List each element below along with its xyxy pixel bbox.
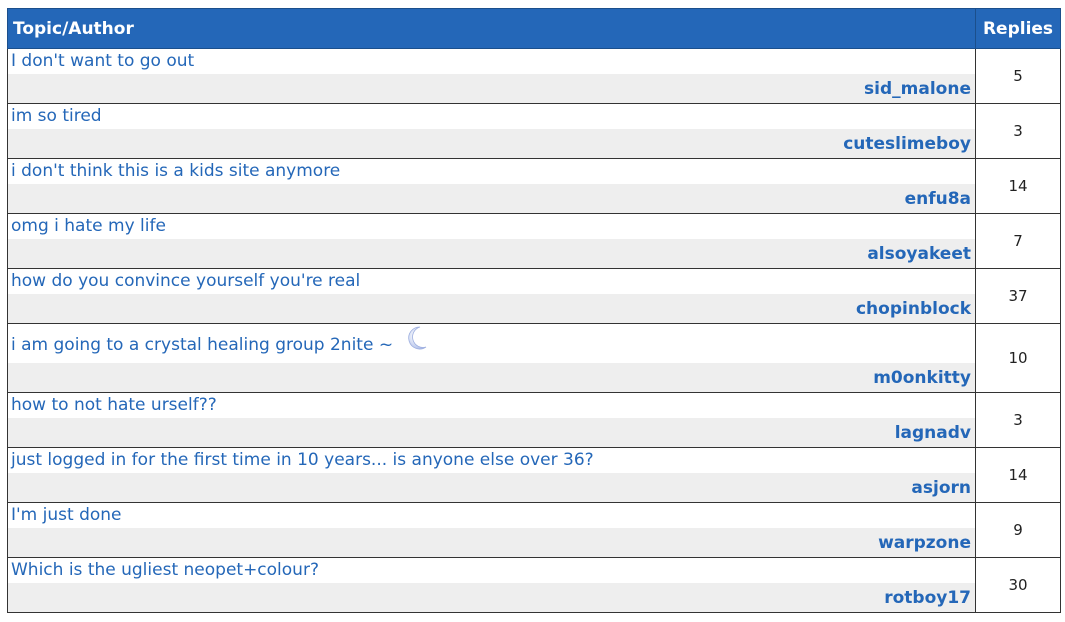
- table-row: how to not hate urself?? lagnadv 3: [7, 392, 1061, 448]
- crescent-moon-icon: [404, 325, 430, 351]
- topic-cell: how do you convince yourself you're real…: [7, 268, 976, 324]
- topic-title-link[interactable]: i am going to a crystal healing group 2n…: [11, 335, 393, 355]
- topic-cell: I'm just done warpzone: [7, 502, 976, 558]
- reply-count: 14: [975, 158, 1061, 214]
- topic-title-link[interactable]: how do you convince yourself you're real: [8, 269, 975, 294]
- topic-cell: i don't think this is a kids site anymor…: [7, 158, 976, 214]
- topic-title-link[interactable]: i don't think this is a kids site anymor…: [8, 159, 975, 184]
- author-link[interactable]: alsoyakeet: [8, 239, 975, 268]
- topic-title-link[interactable]: how to not hate urself??: [8, 393, 975, 418]
- table-row: i don't think this is a kids site anymor…: [7, 158, 1061, 214]
- forum-board: Topic/Author Replies I don't want to go …: [7, 8, 1061, 613]
- topic-cell: how to not hate urself?? lagnadv: [7, 392, 976, 448]
- topic-cell: just logged in for the first time in 10 …: [7, 447, 976, 503]
- author-link[interactable]: asjorn: [8, 473, 975, 502]
- topic-title-link[interactable]: im so tired: [8, 104, 975, 129]
- author-link[interactable]: lagnadv: [8, 418, 975, 447]
- topic-title-wrapper: i am going to a crystal healing group 2n…: [8, 324, 975, 363]
- topic-cell: I don't want to go out sid_malone: [7, 48, 976, 104]
- topic-author-header: Topic/Author: [7, 8, 976, 49]
- topics-table: Topic/Author Replies I don't want to go …: [7, 8, 1061, 613]
- table-row: i am going to a crystal healing group 2n…: [7, 323, 1061, 393]
- topic-title-link[interactable]: I don't want to go out: [8, 49, 975, 74]
- reply-count: 7: [975, 213, 1061, 269]
- table-header-row: Topic/Author Replies: [7, 8, 1061, 49]
- reply-count: 37: [975, 268, 1061, 324]
- replies-header: Replies: [975, 8, 1061, 49]
- reply-count: 3: [975, 392, 1061, 448]
- table-row: Which is the ugliest neopet+colour? rotb…: [7, 557, 1061, 613]
- topic-title-link[interactable]: omg i hate my life: [8, 214, 975, 239]
- reply-count: 9: [975, 502, 1061, 558]
- author-link[interactable]: rotboy17: [8, 583, 975, 612]
- table-row: im so tired cuteslimeboy 3: [7, 103, 1061, 159]
- author-link[interactable]: sid_malone: [8, 74, 975, 103]
- topic-title-link[interactable]: just logged in for the first time in 10 …: [8, 448, 975, 473]
- table-row: omg i hate my life alsoyakeet 7: [7, 213, 1061, 269]
- reply-count: 14: [975, 447, 1061, 503]
- table-row: how do you convince yourself you're real…: [7, 268, 1061, 324]
- reply-count: 5: [975, 48, 1061, 104]
- table-row: I don't want to go out sid_malone 5: [7, 48, 1061, 104]
- topic-cell: omg i hate my life alsoyakeet: [7, 213, 976, 269]
- reply-count: 10: [975, 323, 1061, 393]
- reply-count: 30: [975, 557, 1061, 613]
- table-row: I'm just done warpzone 9: [7, 502, 1061, 558]
- author-link[interactable]: chopinblock: [8, 294, 975, 323]
- topic-cell: i am going to a crystal healing group 2n…: [7, 323, 976, 393]
- author-link[interactable]: warpzone: [8, 528, 975, 557]
- topic-title-link[interactable]: I'm just done: [8, 503, 975, 528]
- author-link[interactable]: m0onkitty: [8, 363, 975, 392]
- topic-cell: Which is the ugliest neopet+colour? rotb…: [7, 557, 976, 613]
- author-link[interactable]: enfu8a: [8, 184, 975, 213]
- author-link[interactable]: cuteslimeboy: [8, 129, 975, 158]
- topic-title-link[interactable]: Which is the ugliest neopet+colour?: [8, 558, 975, 583]
- table-row: just logged in for the first time in 10 …: [7, 447, 1061, 503]
- reply-count: 3: [975, 103, 1061, 159]
- topic-cell: im so tired cuteslimeboy: [7, 103, 976, 159]
